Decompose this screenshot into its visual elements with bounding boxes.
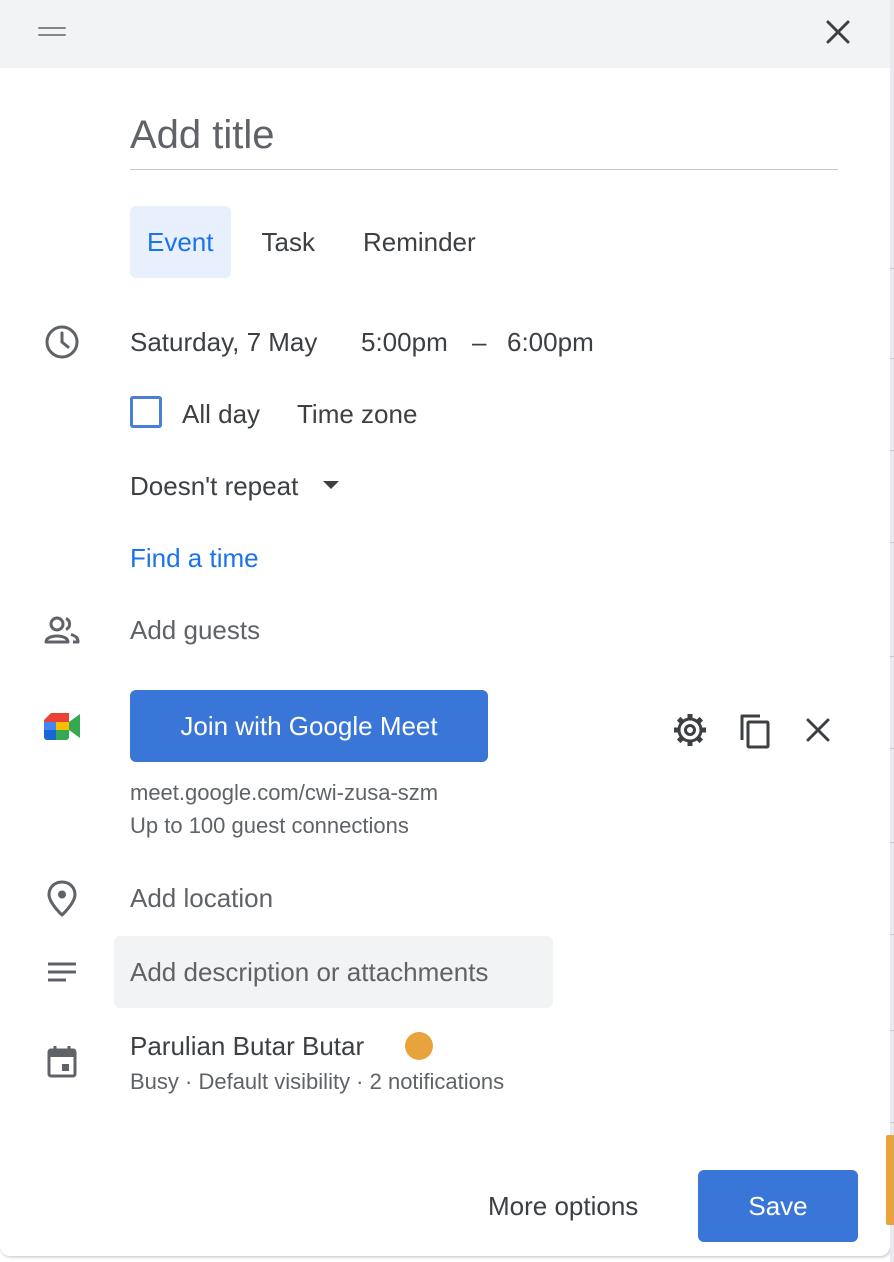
- meet-link-text: meet.google.com/cwi-zusa-szm: [130, 780, 439, 805]
- background-gridline: [890, 934, 894, 935]
- calendar-owner[interactable]: Parulian Butar Butar: [130, 1030, 364, 1062]
- calendar-color-dot[interactable]: [405, 1032, 433, 1060]
- remove-conference-icon[interactable]: [798, 710, 838, 750]
- people-icon: [42, 610, 82, 650]
- tab-reminder[interactable]: Reminder: [346, 206, 493, 278]
- clock-icon: [42, 322, 82, 362]
- event-date[interactable]: Saturday, 7 May: [130, 326, 317, 358]
- time-zone-button[interactable]: Time zone: [297, 398, 417, 430]
- end-time[interactable]: 6:00pm: [507, 326, 594, 358]
- title-input[interactable]: [130, 110, 838, 170]
- all-day-label: All day: [182, 399, 261, 429]
- close-icon[interactable]: [818, 12, 858, 52]
- background-gridline: [890, 358, 894, 359]
- calendar-icon: [42, 1042, 82, 1082]
- background-calendar-edge: [890, 0, 894, 1262]
- notes-icon: [42, 952, 82, 992]
- event-type-tabs: Event Task Reminder: [130, 206, 507, 278]
- background-gridline: [890, 842, 894, 843]
- background-event-chip: [886, 1135, 894, 1225]
- copy-icon[interactable]: [734, 710, 774, 750]
- background-gridline: [890, 1122, 894, 1123]
- calendar-details: Busy · Default visibility · 2 notificati…: [130, 1069, 505, 1094]
- meet-capacity-text: Up to 100 guest connections: [130, 813, 409, 838]
- background-gridline: [890, 542, 894, 543]
- add-guests-input[interactable]: Add guests: [130, 614, 260, 646]
- event-quick-create-dialog: Event Task Reminder Saturday, 7 May 5:00…: [0, 0, 890, 1256]
- time-separator: –: [472, 327, 487, 357]
- repeat-label: Doesn't repeat: [130, 471, 299, 501]
- start-time[interactable]: 5:00pm: [361, 326, 448, 358]
- location-pin-icon: [42, 878, 82, 918]
- background-gridline: [890, 1030, 894, 1031]
- repeat-dropdown[interactable]: Doesn't repeat: [130, 466, 350, 506]
- all-day-checkbox[interactable]: [130, 396, 162, 428]
- tab-event[interactable]: Event: [130, 206, 231, 278]
- dropdown-arrow-icon: [323, 481, 339, 489]
- background-gridline: [890, 748, 894, 749]
- background-gridline: [890, 450, 894, 451]
- google-meet-icon: [42, 706, 82, 746]
- join-google-meet-button[interactable]: Join with Google Meet: [130, 690, 488, 762]
- find-a-time-link[interactable]: Find a time: [130, 542, 259, 574]
- drag-handle-icon[interactable]: [38, 27, 66, 37]
- gear-icon[interactable]: [670, 710, 710, 750]
- tab-task[interactable]: Task: [245, 206, 332, 278]
- save-button[interactable]: Save: [698, 1170, 858, 1242]
- dialog-header: [0, 0, 890, 68]
- background-gridline: [890, 268, 894, 269]
- more-options-button[interactable]: More options: [472, 1170, 654, 1242]
- background-gridline: [890, 656, 894, 657]
- add-location-input[interactable]: Add location: [130, 882, 273, 914]
- add-description-input[interactable]: Add description or attachments: [114, 936, 553, 1008]
